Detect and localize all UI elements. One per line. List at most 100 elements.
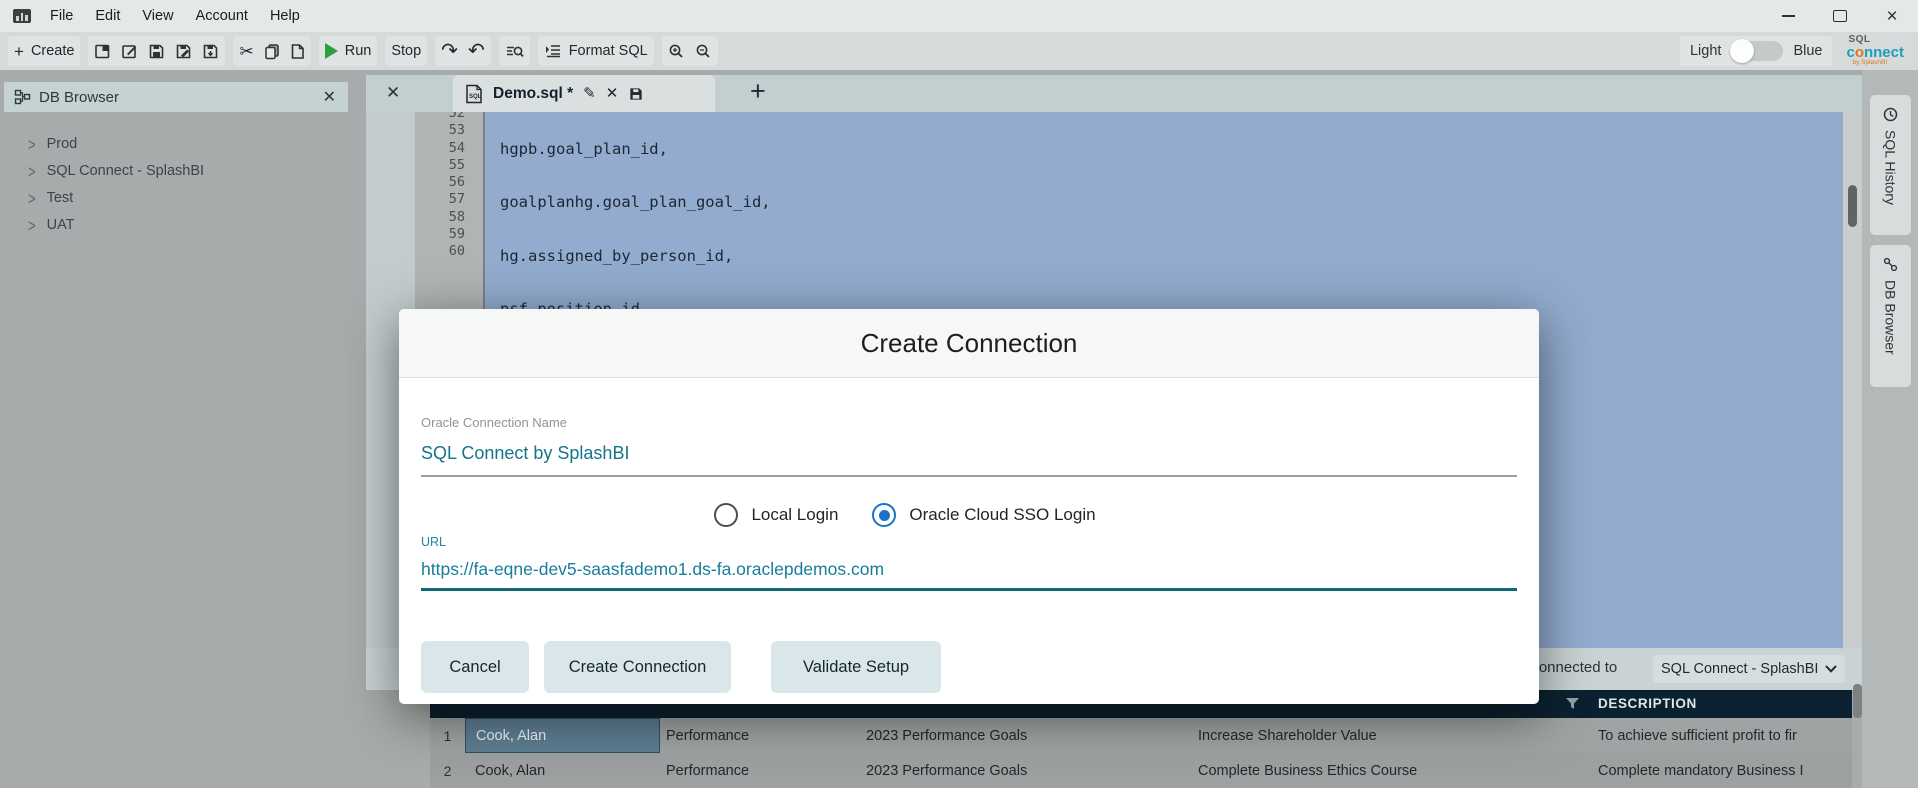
- table-row[interactable]: 1 Cook, Alan Performance 2023 Performanc…: [430, 718, 1852, 754]
- cell-goal-plan[interactable]: 2023 Performance Goals: [866, 753, 1027, 788]
- radio-local-login[interactable]: Local Login: [714, 503, 838, 527]
- editor-scrollbar[interactable]: [1843, 112, 1862, 648]
- line-number: 58: [448, 208, 465, 225]
- tab-title: Demo.sql *: [493, 84, 574, 102]
- cell-module[interactable]: Performance: [666, 753, 749, 788]
- line-number: 55: [448, 156, 465, 173]
- connection-name-label: Oracle Connection Name: [421, 415, 567, 430]
- connection-select[interactable]: SQL Connect - SplashBI: [1653, 655, 1845, 683]
- new-file-icon[interactable]: [94, 43, 111, 60]
- titlebar: File Edit View Account Help ×: [0, 0, 1918, 32]
- menu-account[interactable]: Account: [185, 8, 259, 24]
- tab-label: SQL History: [1882, 130, 1899, 205]
- close-all-tabs-icon[interactable]: ✕: [386, 83, 400, 103]
- create-label: Create: [30, 43, 75, 59]
- app-window: File Edit View Account Help × + Create ✂…: [0, 0, 1918, 788]
- toggle-knob: [1730, 39, 1755, 63]
- copy-icon[interactable]: [264, 43, 280, 60]
- cell-goal[interactable]: Increase Shareholder Value: [1198, 718, 1377, 753]
- table-scrollbar-thumb[interactable]: [1853, 684, 1862, 718]
- code-line: goalplanhg.goal_plan_goal_id,: [500, 193, 771, 212]
- sidebar-item-test[interactable]: > Test: [4, 185, 348, 211]
- radio-selected-icon[interactable]: [872, 503, 897, 527]
- cancel-button[interactable]: Cancel: [421, 641, 529, 693]
- cell-module[interactable]: Performance: [666, 718, 749, 753]
- find-icon[interactable]: [505, 43, 524, 60]
- cell-employee[interactable]: Cook, Alan: [475, 753, 545, 788]
- chevron-right-icon[interactable]: >: [28, 161, 36, 181]
- save-as-icon[interactable]: [175, 43, 192, 60]
- close-icon[interactable]: ×: [1866, 0, 1918, 32]
- cell-goal-plan[interactable]: 2023 Performance Goals: [866, 718, 1027, 753]
- tab-demo-sql[interactable]: SQL Demo.sql * ✎ ✕: [453, 75, 715, 112]
- zoom-out-icon[interactable]: [695, 43, 712, 60]
- line-number: 52: [448, 112, 465, 121]
- table-row[interactable]: 2 Cook, Alan Performance 2023 Performanc…: [430, 753, 1852, 788]
- line-number: 53: [448, 122, 465, 139]
- dialog-title: Create Connection: [860, 327, 1078, 358]
- editor-tabbar: ✕ SQL Demo.sql * ✎ ✕ +: [366, 75, 1862, 112]
- column-header-description[interactable]: DESCRIPTION: [1598, 696, 1697, 711]
- cell-employee-selected[interactable]: Cook, Alan: [465, 718, 660, 753]
- format-sql-label: Format SQL: [568, 43, 648, 59]
- tree-item-label: Prod: [46, 136, 78, 152]
- run-button[interactable]: Run: [324, 43, 372, 59]
- sql-file-icon: SQL: [466, 84, 482, 103]
- tab-db-browser[interactable]: DB Browser: [1870, 245, 1911, 387]
- rename-tab-icon[interactable]: ✎: [583, 86, 596, 101]
- brand-connect: connect: [1846, 44, 1904, 62]
- url-underline-focused: [421, 588, 1517, 591]
- create-connection-button[interactable]: Create Connection: [544, 641, 731, 693]
- stop-button[interactable]: Stop: [391, 43, 421, 59]
- line-number: 60: [448, 243, 465, 260]
- radio-unselected-icon[interactable]: [714, 503, 739, 527]
- db-browser-close-icon[interactable]: ✕: [323, 87, 336, 107]
- db-browser-panel-title: DB Browser: [39, 88, 120, 106]
- close-tab-icon[interactable]: ✕: [606, 86, 619, 101]
- sidebar-item-sql-connect-splashbi[interactable]: > SQL Connect - SplashBI: [4, 158, 348, 184]
- theme-toggle[interactable]: Light Blue: [1679, 36, 1833, 66]
- new-tab-icon[interactable]: +: [750, 76, 766, 107]
- url-input[interactable]: https://fa-eqne-dev5-saasfademo1.ds-fa.o…: [421, 559, 884, 580]
- db-browser-panel-header: DB Browser ✕: [4, 82, 348, 112]
- sidebar-item-uat[interactable]: > UAT: [4, 212, 348, 238]
- sqlconnect-logo: SQL connect by SplashBI: [1846, 35, 1904, 67]
- chevron-down-icon: [1825, 665, 1837, 673]
- save-all-icon[interactable]: [202, 43, 219, 60]
- paste-icon[interactable]: [290, 43, 305, 60]
- save-icon[interactable]: [148, 43, 165, 60]
- chevron-right-icon[interactable]: >: [28, 215, 36, 235]
- minimize-icon[interactable]: [1762, 0, 1814, 32]
- undo-icon[interactable]: ↶: [468, 41, 485, 61]
- create-button[interactable]: + Create: [14, 43, 74, 60]
- connection-name-input[interactable]: SQL Connect by SplashBI: [421, 443, 629, 464]
- cell-description[interactable]: To achieve sufficient profit to fir: [1598, 718, 1848, 753]
- radio-oracle-cloud-sso-login[interactable]: Oracle Cloud SSO Login: [872, 503, 1096, 527]
- stop-label: Stop: [391, 43, 422, 59]
- menu-help[interactable]: Help: [259, 8, 311, 24]
- redo-icon[interactable]: ↷: [441, 41, 458, 61]
- maximize-icon[interactable]: [1814, 0, 1866, 32]
- zoom-in-icon[interactable]: [668, 43, 685, 60]
- cell-description[interactable]: Complete mandatory Business I: [1598, 753, 1848, 788]
- format-sql-button[interactable]: Format SQL: [544, 43, 648, 59]
- filter-icon[interactable]: [1565, 697, 1580, 711]
- cell-goal[interactable]: Complete Business Ethics Course: [1198, 753, 1417, 788]
- theme-toggle-switch[interactable]: [1730, 39, 1784, 63]
- row-number: 2: [443, 762, 452, 779]
- sidebar-item-prod[interactable]: > Prod: [4, 131, 348, 157]
- chevron-right-icon[interactable]: >: [28, 134, 36, 154]
- chevron-right-icon[interactable]: >: [28, 188, 36, 208]
- tab-sql-history[interactable]: SQL History: [1870, 95, 1911, 235]
- run-label: Run: [344, 43, 372, 59]
- validate-setup-button[interactable]: Validate Setup: [771, 641, 941, 693]
- scrollbar-thumb[interactable]: [1848, 185, 1857, 227]
- edit-file-icon[interactable]: [121, 43, 138, 60]
- menu-edit[interactable]: Edit: [84, 8, 131, 24]
- menu-view[interactable]: View: [131, 8, 184, 24]
- save-tab-icon[interactable]: [628, 86, 644, 102]
- cut-icon[interactable]: ✂: [239, 43, 253, 60]
- line-number: 57: [448, 191, 465, 208]
- menu-file[interactable]: File: [39, 8, 84, 24]
- tree-item-label: UAT: [46, 217, 75, 233]
